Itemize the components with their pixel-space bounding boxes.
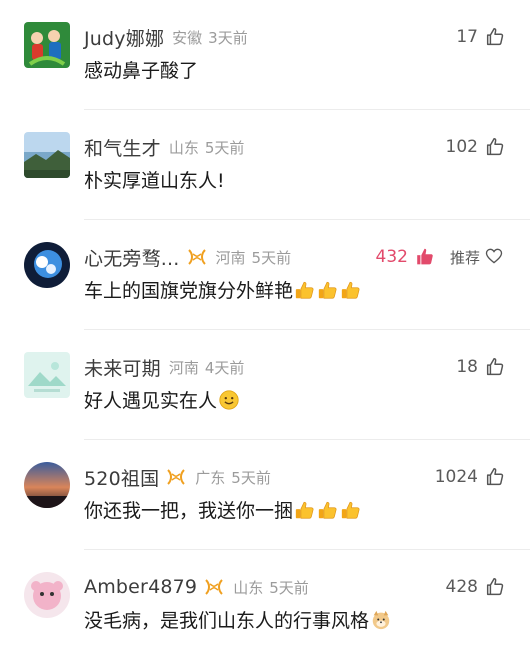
comment-time: 5天前 <box>204 138 245 157</box>
comment-time: 4天前 <box>204 358 245 377</box>
username[interactable]: Judy娜娜 <box>84 24 164 51</box>
comment-text: 车上的国旗党旗分外鲜艳 <box>84 276 362 303</box>
thumbs-up-icon[interactable] <box>484 26 506 48</box>
username[interactable]: 未来可期 <box>84 354 161 381</box>
fan-badge-icon <box>186 248 208 266</box>
username[interactable]: 和气生才 <box>84 134 161 161</box>
comment-time: 3天前 <box>208 28 248 47</box>
comment-time: 5天前 <box>251 248 292 267</box>
comment-text: 你还我一把，我送你一捆 <box>84 496 362 523</box>
ip-location: 山东 <box>168 138 199 157</box>
username[interactable]: Amber4879 <box>84 576 197 598</box>
ip-location: 山东 <box>233 578 264 597</box>
ip-location: 安徽 <box>172 28 203 47</box>
comment-actions: 17 <box>456 22 506 52</box>
thumbs-up-emoji <box>340 499 362 521</box>
comment-actions: 102 <box>446 132 506 162</box>
sky-avatar[interactable] <box>24 242 70 288</box>
username[interactable]: 520祖国 <box>84 464 159 491</box>
comment-text: 没毛病，是我们山东人的行事风格 <box>84 606 392 633</box>
comment-item: 和气生才 山东 5天前 102 朴实厚道山东人! <box>0 110 530 220</box>
cartoon-avatar[interactable] <box>24 22 70 68</box>
comment-meta: Judy娜娜 安徽 3天前 <box>84 22 248 52</box>
comment-body: 感动鼻子酸了 <box>84 60 199 82</box>
thumbs-up-icon[interactable] <box>484 466 506 488</box>
comment-item: Judy娜娜 安徽 3天前 17 感动鼻子酸了 <box>0 0 530 110</box>
comment-time: 5天前 <box>269 578 309 597</box>
like-count: 102 <box>445 137 478 157</box>
landscape-avatar[interactable] <box>24 132 70 178</box>
fan-badge-icon <box>203 578 225 596</box>
comment-meta: 和气生才 山东 5天前 <box>84 132 244 162</box>
smile-emoji <box>218 389 240 411</box>
doll-avatar[interactable] <box>24 572 70 618</box>
comment-list: Judy娜娜 安徽 3天前 17 感动鼻子酸了 和气生才 山东 5天前 102 朴实厚道山东人! 心… <box>0 0 530 652</box>
comment-time: 5天前 <box>231 468 271 487</box>
like-count: 432 <box>375 247 408 267</box>
comment-body: 没毛病，是我们山东人的行事风格 <box>84 610 370 632</box>
thumbs-up-emoji <box>340 279 362 301</box>
thumbs-up-emoji <box>317 499 339 521</box>
recommend-button[interactable]: 推荐 <box>450 247 480 268</box>
thumbs-up-icon[interactable] <box>484 576 506 598</box>
thumbs-up-emoji <box>294 279 316 301</box>
sunset-avatar[interactable] <box>24 462 70 508</box>
fan-badge-icon <box>165 468 187 486</box>
comment-item: 心无旁骛... 河南 5天前 432 推荐车上的国旗党旗分外鲜艳 <box>0 220 530 330</box>
like-count: 428 <box>445 577 478 597</box>
comment-meta: 520祖国 广东 5天前 <box>84 462 271 492</box>
comment-actions: 18 <box>456 352 506 382</box>
like-count: 18 <box>456 357 478 377</box>
comment-text: 感动鼻子酸了 <box>84 56 198 83</box>
comment-item: 520祖国 广东 5天前 1024 你还我一把，我送你一捆 <box>0 440 530 550</box>
username[interactable]: 心无旁骛... <box>84 244 180 271</box>
thumbs-up-emoji <box>294 499 316 521</box>
comment-item: 未来可期 河南 4天前 18 好人遇见实在人 <box>0 330 530 440</box>
thumbs-up-emoji <box>317 279 339 301</box>
ip-location: 广东 <box>195 468 226 487</box>
thumbs-up-icon[interactable] <box>484 136 506 158</box>
thumbs-up-icon[interactable] <box>484 356 506 378</box>
comment-text: 朴实厚道山东人! <box>84 166 225 193</box>
comment-item: Amber4879 山东 5天前 428 没毛病，是我们山东人的行事风格 <box>0 550 530 652</box>
comment-actions: 1024 <box>435 462 506 492</box>
comment-meta: 心无旁骛... 河南 5天前 <box>84 242 291 272</box>
comment-body: 车上的国旗党旗分外鲜艳 <box>84 280 294 302</box>
heart-icon[interactable] <box>484 246 506 268</box>
thumbs-up-filled-icon[interactable] <box>414 246 436 268</box>
ip-location: 河南 <box>215 248 246 267</box>
comment-text: 好人遇见实在人 <box>84 386 240 413</box>
like-count: 1024 <box>434 467 478 487</box>
doge-emoji <box>370 609 392 631</box>
comment-body: 你还我一把，我送你一捆 <box>84 500 294 522</box>
comment-actions: 428 <box>446 572 506 602</box>
comment-meta: 未来可期 河南 4天前 <box>84 352 244 382</box>
like-count: 17 <box>456 27 478 47</box>
ip-location: 河南 <box>168 358 199 377</box>
placeholder-avatar[interactable] <box>24 352 70 398</box>
comment-body: 朴实厚道山东人! <box>84 170 225 192</box>
comment-meta: Amber4879 山东 5天前 <box>84 572 309 602</box>
comment-body: 好人遇见实在人 <box>84 390 218 412</box>
comment-actions: 432 推荐 <box>376 242 506 272</box>
